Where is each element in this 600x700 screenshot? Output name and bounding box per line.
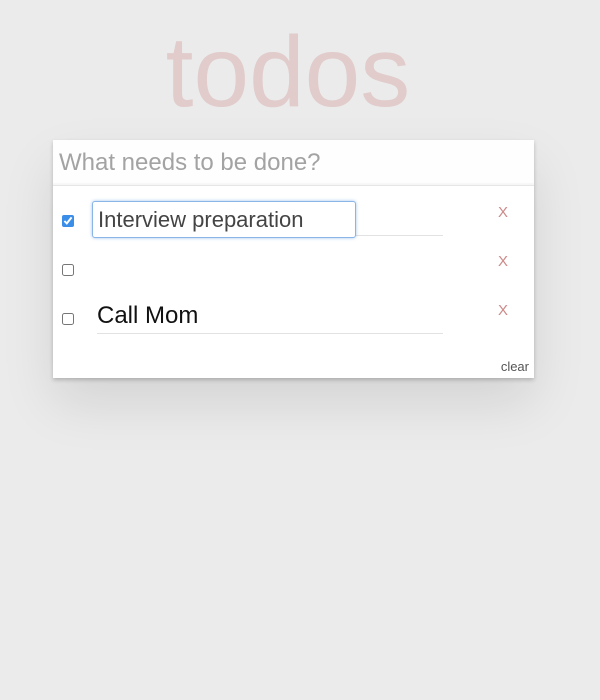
todo-edit-input[interactable]	[92, 201, 356, 238]
app-title: todos	[165, 16, 411, 128]
clear-completed-button[interactable]: clear	[501, 359, 529, 374]
todo-item-call-mom: Call Mom X	[53, 285, 534, 334]
todo-toggle-checkbox[interactable]	[62, 264, 74, 276]
delete-todo-button[interactable]: X	[493, 203, 513, 223]
todo-toggle-checkbox[interactable]	[62, 215, 74, 227]
todo-label[interactable]: Call Mom	[97, 302, 443, 334]
todo-app: todos Homeworks X X Call Mom X clear	[0, 0, 600, 700]
todo-card: Homeworks X X Call Mom X clear	[53, 140, 534, 378]
new-todo-input[interactable]	[53, 140, 534, 186]
todo-item-interview-preparation: X	[53, 236, 534, 285]
todo-toggle-checkbox[interactable]	[62, 313, 74, 325]
delete-todo-button[interactable]: X	[493, 252, 513, 272]
delete-todo-button[interactable]: X	[493, 301, 513, 321]
